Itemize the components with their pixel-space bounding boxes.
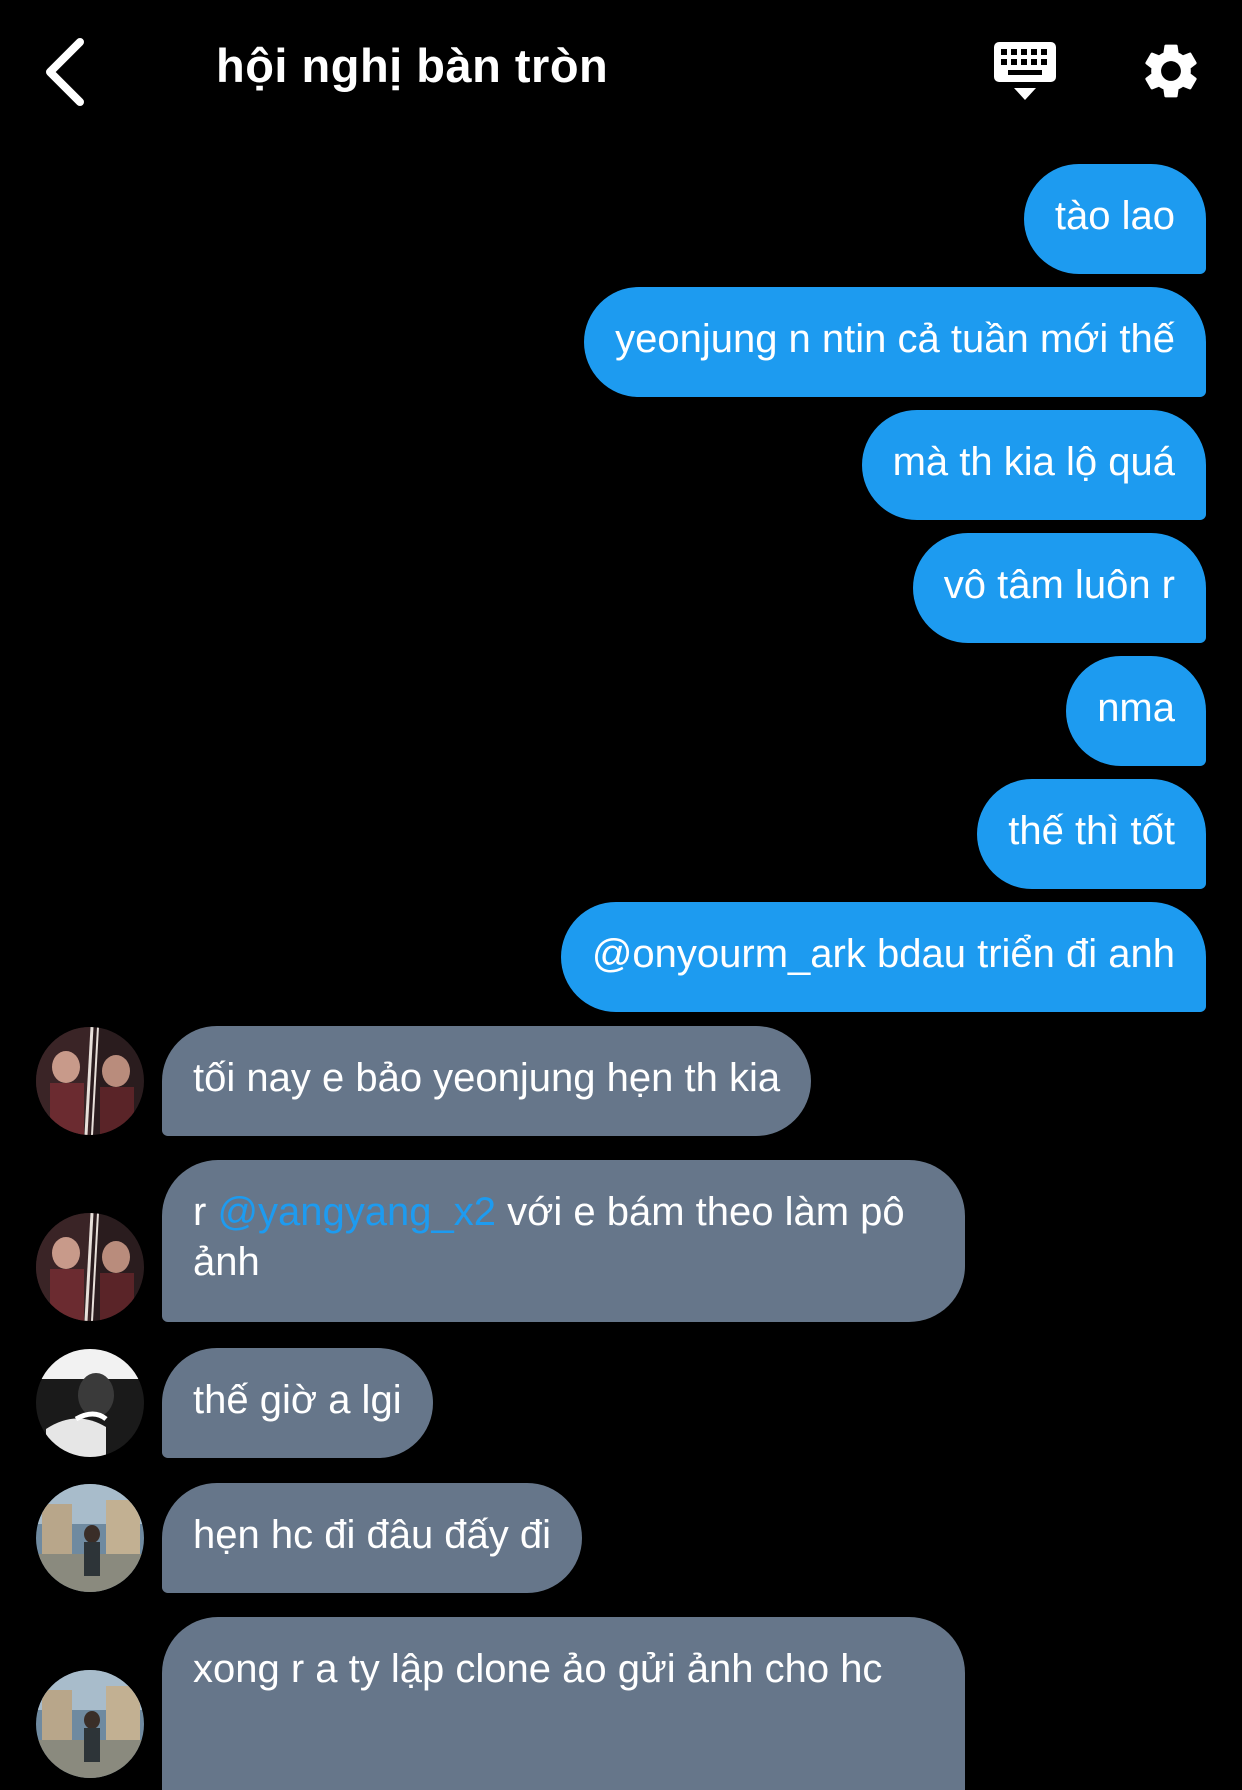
settings-button[interactable] (1138, 38, 1204, 104)
incoming-message[interactable]: xong r a ty lập clone ảo gửi ảnh cho hc (162, 1617, 965, 1790)
incoming-message[interactable]: hẹn hc đi đâu đấy đi (162, 1483, 583, 1593)
conversation-title[interactable]: hội nghị bàn tròn (216, 38, 608, 93)
incoming-message[interactable]: r @yangyang_x2 với e bám theo làm pô ảnh (162, 1160, 965, 1322)
message-text: r (193, 1190, 218, 1234)
back-button[interactable] (36, 32, 106, 112)
gear-icon (1145, 44, 1197, 98)
avatar[interactable] (36, 1349, 144, 1457)
outgoing-message[interactable]: mà th kia lộ quá (861, 410, 1206, 520)
outgoing-message[interactable]: vô tâm luôn r (912, 533, 1206, 643)
outgoing-message[interactable]: nma (1066, 656, 1206, 766)
avatar[interactable] (36, 1484, 144, 1592)
incoming-message[interactable]: thế giờ a lgi (162, 1348, 433, 1458)
outgoing-message[interactable]: thế thì tốt (977, 779, 1206, 889)
avatar[interactable] (36, 1213, 144, 1321)
avatar[interactable] (36, 1670, 144, 1778)
incoming-message[interactable]: tối nay e bảo yeonjung hẹn th kia (162, 1026, 812, 1136)
keyboard-button[interactable] (990, 38, 1060, 108)
outgoing-message[interactable]: @onyourm_ark bdau triển đi anh (560, 902, 1206, 1012)
mention-link[interactable]: @yangyang_x2 (217, 1190, 496, 1234)
outgoing-message[interactable]: tào lao (1023, 164, 1206, 274)
chevron-left-icon (46, 38, 84, 106)
outgoing-message[interactable]: yeonjung n ntin cả tuần mới thế (584, 287, 1206, 397)
keyboard-icon (994, 42, 1056, 100)
chat-header: hội nghị bàn tròn (0, 0, 1242, 140)
avatar[interactable] (36, 1027, 144, 1135)
